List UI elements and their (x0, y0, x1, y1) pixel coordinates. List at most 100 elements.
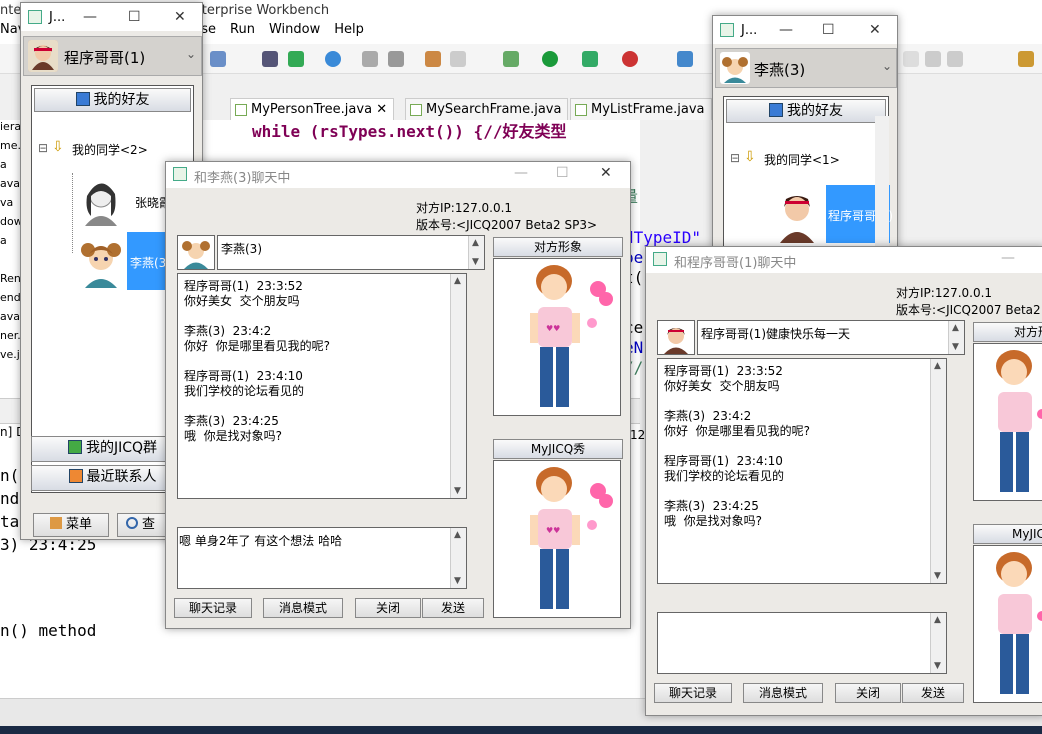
my-friends-header[interactable]: 我的好友 (34, 88, 191, 112)
file-item[interactable]: ava (0, 177, 20, 196)
close-button[interactable]: ✕ (174, 9, 186, 25)
peer-avatar (177, 235, 215, 270)
maximize-button[interactable]: ☐ (128, 9, 141, 25)
toolbar-icon[interactable] (677, 51, 693, 67)
group-label[interactable]: 我的同学<2> (72, 141, 148, 158)
file-item[interactable]: Renc (0, 272, 20, 291)
tab-mysearchframe[interactable]: MySearchFrame.java (405, 98, 569, 120)
message-text: 哦 你是找对象吗? (664, 514, 762, 528)
message-history[interactable]: 程序哥哥(1) 23:3:52 你好美女 交个朋友吗 李燕(3) 23:4:2 你好… (657, 358, 947, 584)
scroll-down-icon[interactable]: ▼ (454, 576, 461, 586)
user-selector[interactable]: 程序哥哥(1) ⌄ (23, 36, 202, 76)
toolbar-icon[interactable] (947, 51, 963, 67)
file-item[interactable]: dow (0, 215, 20, 234)
scroll-up-icon[interactable]: ▲ (934, 361, 941, 371)
file-item[interactable]: end (0, 291, 20, 310)
scroll-down-icon[interactable]: ▼ (472, 257, 479, 267)
java-file-icon (235, 104, 247, 116)
close-button[interactable]: ✕ (869, 22, 881, 38)
globe-icon[interactable] (325, 51, 341, 67)
group-label[interactable]: 我的同学<1> (764, 151, 840, 168)
chat-history-button[interactable]: 聊天记录 (654, 683, 732, 703)
scrollbar[interactable] (875, 116, 889, 246)
tab-mylistframe[interactable]: MyListFrame.java (570, 98, 712, 120)
my-friends-header[interactable]: 我的好友 (726, 99, 886, 123)
file-item[interactable]: va (0, 196, 20, 215)
chevron-down-icon: ⌄ (882, 59, 893, 73)
scroll-up-icon[interactable]: ▲ (454, 276, 461, 286)
message: 李燕(3) 23:4:25 哦 你是找对象吗? (664, 499, 762, 529)
menu-help[interactable]: Help (334, 22, 364, 37)
scrollbar[interactable]: ▲ ▼ (930, 613, 946, 673)
friend-item-selected[interactable]: 程序哥哥(1) (762, 185, 893, 243)
send-button[interactable]: 发送 (422, 598, 484, 618)
toolbar-icon[interactable] (288, 51, 304, 67)
file-item[interactable]: ierar (0, 120, 20, 139)
scroll-up-icon[interactable]: ▲ (472, 238, 479, 248)
scroll-down-icon[interactable]: ▼ (454, 486, 461, 496)
scroll-down-icon[interactable]: ▼ (934, 661, 941, 671)
peer-ip: 对方IP:127.0.0.1 (416, 201, 513, 215)
scrollbar[interactable]: ▲ ▼ (948, 321, 964, 354)
minimize-button[interactable]: — (779, 22, 793, 38)
message-input[interactable]: ▲ ▼ (657, 612, 947, 674)
toolbar-icon[interactable] (425, 51, 441, 67)
scroll-down-icon[interactable]: ▼ (934, 571, 941, 581)
toolbar-icon[interactable] (1018, 51, 1034, 67)
toolbar-icon[interactable] (388, 51, 404, 67)
toolbar-icon[interactable] (925, 51, 941, 67)
scrollbar[interactable]: ▲ ▼ (468, 236, 484, 269)
message-input[interactable]: 嗯 单身2年了 有这个想法 哈哈 ▲ ▼ (177, 527, 467, 589)
run-icon[interactable] (542, 51, 558, 67)
toolbar-icon[interactable] (450, 51, 466, 67)
scrollbar[interactable]: ▲ ▼ (450, 274, 466, 498)
minimize-button[interactable]: — (1001, 250, 1015, 266)
section-label: 我的好友 (93, 92, 150, 108)
file-item[interactable]: a (0, 158, 20, 177)
file-item[interactable]: ava (0, 310, 20, 329)
maximize-button[interactable]: ☐ (822, 22, 835, 38)
close-button[interactable]: ✕ (600, 165, 612, 181)
debug-icon[interactable] (503, 51, 519, 67)
message-history[interactable]: 程序哥哥(1) 23:3:52 你好美女 交个朋友吗 李燕(3) 23:4:2 你好… (177, 273, 467, 499)
close-icon[interactable]: ✕ (376, 102, 387, 117)
user-selector[interactable]: 李燕(3) ⌄ (715, 48, 897, 88)
scrollbar[interactable]: ▲ ▼ (450, 528, 466, 588)
message: 程序哥哥(1) 23:4:10 我们学校的论坛看见的 (664, 454, 784, 484)
toolbar-icon[interactable] (622, 51, 638, 67)
package-explorer-strip: ierar me.ja a ava va dow a Renc end ava … (0, 120, 20, 400)
send-button[interactable]: 发送 (902, 683, 964, 703)
menu-window[interactable]: Window (269, 22, 320, 37)
menu-button[interactable]: 菜单 (33, 513, 109, 537)
tab-label: MySearchFrame.java (426, 102, 562, 117)
close-chat-button[interactable]: 关闭 (355, 598, 421, 618)
toolbar-icon[interactable] (903, 51, 919, 67)
menu-icon (49, 517, 62, 529)
file-item[interactable] (0, 253, 20, 272)
file-item[interactable]: ve.ja (0, 348, 20, 367)
minimize-button[interactable]: — (83, 9, 97, 25)
message-mode-button[interactable]: 消息模式 (263, 598, 343, 618)
scroll-up-icon[interactable]: ▲ (934, 615, 941, 625)
scroll-up-icon[interactable]: ▲ (454, 530, 461, 540)
file-item[interactable]: a (0, 234, 20, 253)
scroll-up-icon[interactable]: ▲ (952, 323, 959, 333)
scrollbar[interactable]: ▲ ▼ (930, 359, 946, 583)
chat-history-button[interactable]: 聊天记录 (174, 598, 252, 618)
message-mode-button[interactable]: 消息模式 (743, 683, 823, 703)
toolbar-icon[interactable] (210, 51, 226, 67)
toolbar-icon[interactable] (362, 51, 378, 67)
toolbar-icon[interactable] (582, 51, 598, 67)
scroll-down-icon[interactable]: ▼ (952, 342, 959, 352)
collapse-icon[interactable]: ⊟ (38, 141, 48, 155)
minimize-button[interactable]: — (514, 165, 528, 181)
tab-mypersontree[interactable]: MyPersonTree.java ✕ (230, 98, 395, 120)
maximize-button[interactable]: ☐ (556, 165, 569, 181)
collapse-icon[interactable]: ⊟ (730, 151, 740, 165)
file-item[interactable]: me.ja (0, 139, 20, 158)
close-chat-button[interactable]: 关闭 (835, 683, 901, 703)
message: 程序哥哥(1) 23:3:52 你好美女 交个朋友吗 (664, 364, 783, 394)
file-item[interactable]: ner. (0, 329, 20, 348)
toolbar-icon[interactable] (262, 51, 278, 67)
menu-run[interactable]: Run (230, 22, 255, 37)
